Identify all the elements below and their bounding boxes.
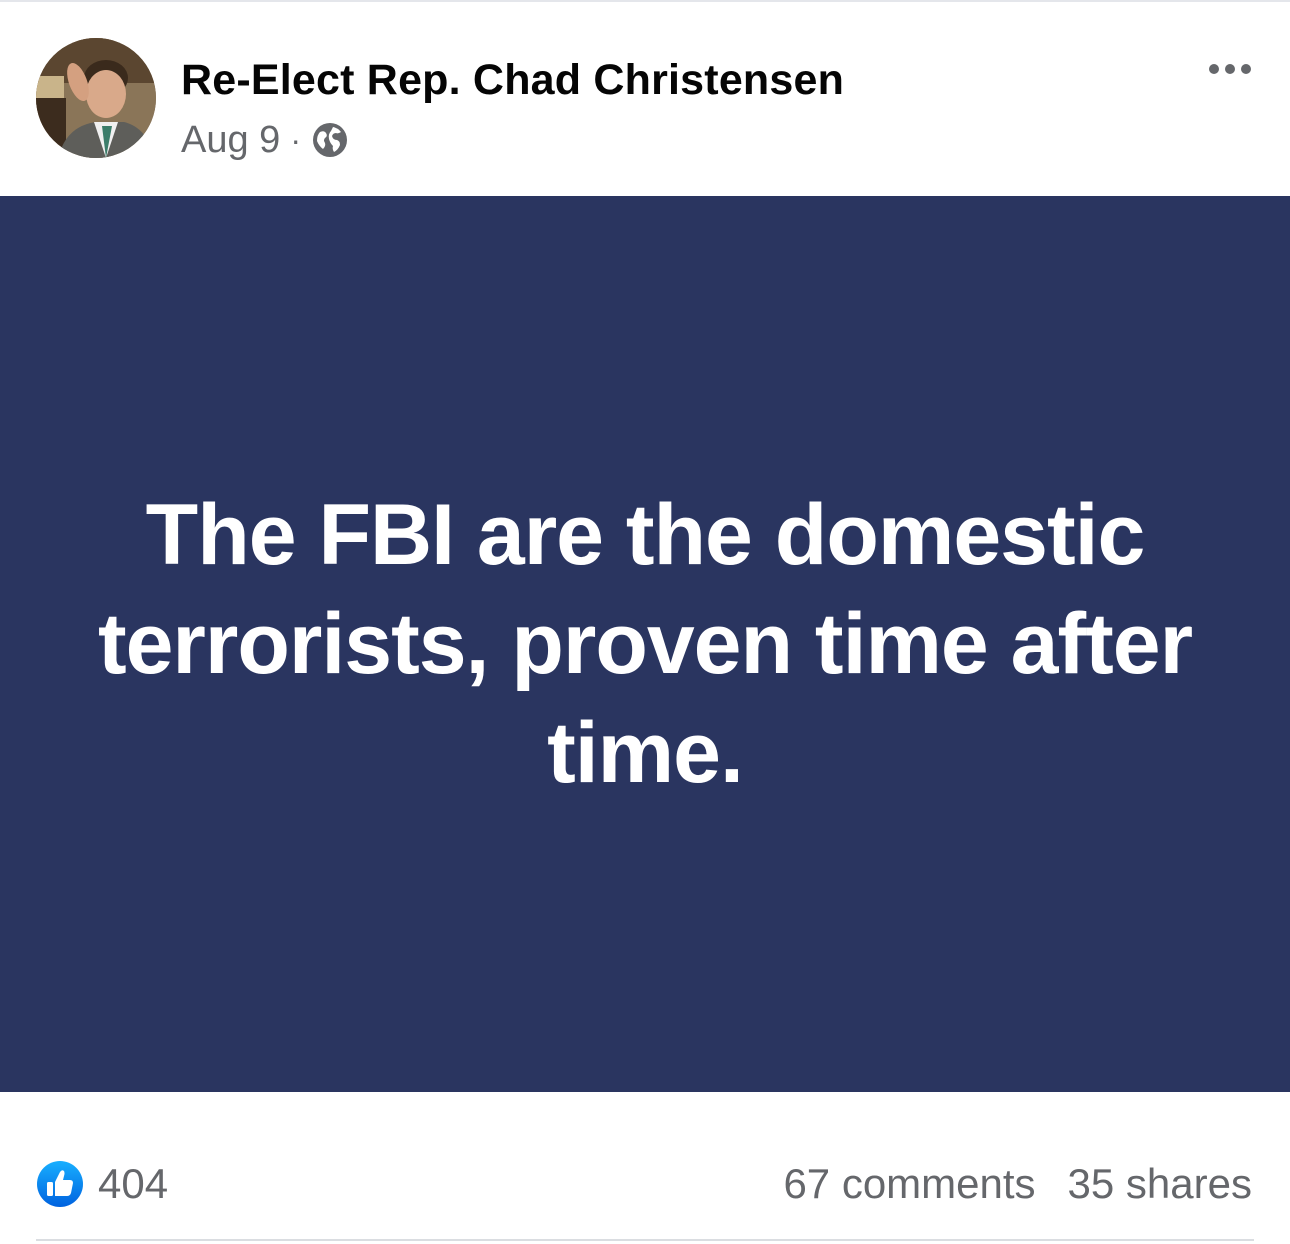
comments-link[interactable]: 67 comments xyxy=(783,1160,1035,1208)
more-options-button[interactable] xyxy=(1198,52,1262,86)
post-text: The FBI are the domestic terrorists, pro… xyxy=(97,486,1193,801)
author-name[interactable]: Re-Elect Rep. Chad Christensen xyxy=(181,56,844,105)
post-header: Re-Elect Rep. Chad Christensen Aug 9 · xyxy=(0,0,1290,196)
avatar[interactable] xyxy=(36,38,156,158)
post-image[interactable]: The FBI are the domestic terrorists, pro… xyxy=(0,196,1290,1092)
post-meta: Aug 9 · xyxy=(181,118,349,162)
more-options-dot xyxy=(1225,64,1235,74)
shares-link[interactable]: 35 shares xyxy=(1068,1160,1252,1208)
more-options-icon xyxy=(1209,64,1219,74)
avatar-image xyxy=(36,38,156,158)
post-date[interactable]: Aug 9 xyxy=(181,119,280,162)
engagement-bar: 404 67 comments 35 shares xyxy=(0,1092,1290,1244)
reactions-summary[interactable]: 404 xyxy=(36,1158,168,1210)
bottom-divider xyxy=(36,1239,1254,1241)
engagement-counts: 67 comments 35 shares xyxy=(783,1158,1252,1210)
globe-icon xyxy=(311,121,349,159)
meta-separator: · xyxy=(290,121,301,158)
more-options-dot xyxy=(1241,64,1251,74)
reaction-count: 404 xyxy=(98,1160,169,1207)
like-icon xyxy=(36,1160,84,1208)
